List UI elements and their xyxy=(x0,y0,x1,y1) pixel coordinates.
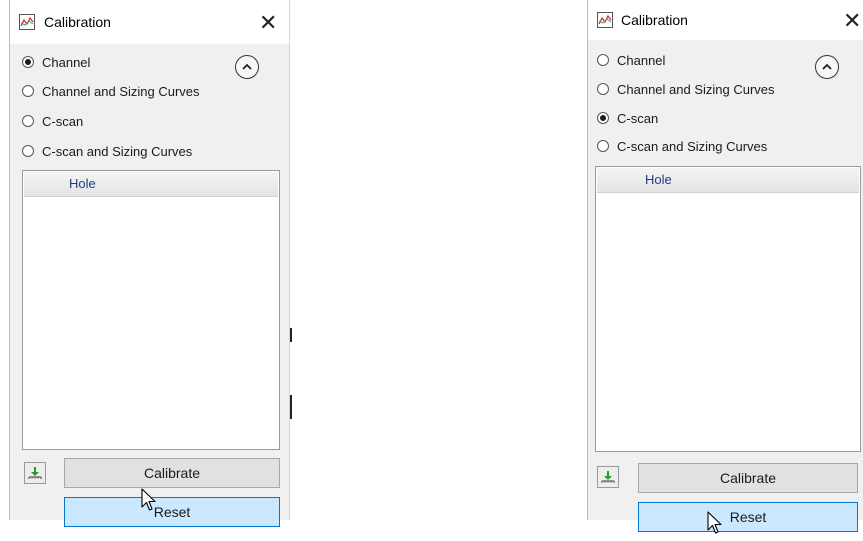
radio-button[interactable] xyxy=(22,56,34,68)
reset-button[interactable]: Reset xyxy=(638,502,858,532)
mouse-pointer-icon xyxy=(707,511,723,535)
chart-line-icon xyxy=(597,12,613,28)
hole-list[interactable]: Hole xyxy=(22,170,280,450)
background-artifact xyxy=(290,328,292,342)
hole-list[interactable]: Hole xyxy=(595,166,861,452)
radio-cscan[interactable]: C-scan xyxy=(597,107,658,129)
title-bar: Calibration ✕ xyxy=(588,0,863,40)
download-icon[interactable] xyxy=(24,462,46,484)
close-icon[interactable]: ✕ xyxy=(259,12,277,34)
reset-button[interactable]: Reset xyxy=(64,497,280,527)
radio-label: C-scan and Sizing Curves xyxy=(617,138,768,154)
radio-label: Channel and Sizing Curves xyxy=(42,83,200,99)
radio-button[interactable] xyxy=(597,112,609,124)
close-icon[interactable]: ✕ xyxy=(843,10,861,32)
download-icon[interactable] xyxy=(597,466,619,488)
radio-label: Channel xyxy=(617,52,666,68)
window-title: Calibration xyxy=(44,14,111,30)
radio-button[interactable] xyxy=(597,54,609,66)
radio-label: Channel and Sizing Curves xyxy=(617,81,775,97)
radio-label: C-scan xyxy=(42,113,84,129)
calibration-panel-right: Calibration ✕ Channel Channel and Sizing… xyxy=(587,0,863,534)
radio-channel[interactable]: Channel xyxy=(22,51,90,73)
radio-label: C-scan xyxy=(617,110,659,126)
chart-line-icon xyxy=(19,14,35,30)
radio-channel-sizing[interactable]: Channel and Sizing Curves xyxy=(22,80,200,102)
window-title: Calibration xyxy=(621,12,688,28)
chevron-up-icon[interactable] xyxy=(235,55,259,79)
title-bar: Calibration ✕ xyxy=(10,0,289,44)
list-header-label: Hole xyxy=(645,172,672,187)
radio-button[interactable] xyxy=(22,115,34,127)
radio-channel-sizing[interactable]: Channel and Sizing Curves xyxy=(597,78,775,100)
radio-button[interactable] xyxy=(22,145,34,157)
calibrate-button[interactable]: Calibrate xyxy=(638,463,858,493)
list-header-label: Hole xyxy=(69,176,96,191)
mouse-pointer-icon xyxy=(141,488,157,512)
radio-channel[interactable]: Channel xyxy=(597,49,665,71)
chevron-up-icon[interactable] xyxy=(815,55,839,79)
list-header: Hole xyxy=(597,168,859,193)
radio-label: Channel xyxy=(42,54,91,70)
calibrate-button[interactable]: Calibrate xyxy=(64,458,280,488)
background-artifact xyxy=(290,395,292,419)
radio-button[interactable] xyxy=(597,140,609,152)
calibration-panel-left: Calibration ✕ Channel Channel and Sizing… xyxy=(9,0,290,527)
radio-label: C-scan and Sizing Curves xyxy=(42,143,193,159)
radio-button[interactable] xyxy=(597,83,609,95)
radio-cscan-sizing[interactable]: C-scan and Sizing Curves xyxy=(22,140,192,162)
radio-cscan-sizing[interactable]: C-scan and Sizing Curves xyxy=(597,135,767,157)
radio-cscan[interactable]: C-scan xyxy=(22,110,83,132)
list-header: Hole xyxy=(24,172,278,197)
radio-button[interactable] xyxy=(22,85,34,97)
